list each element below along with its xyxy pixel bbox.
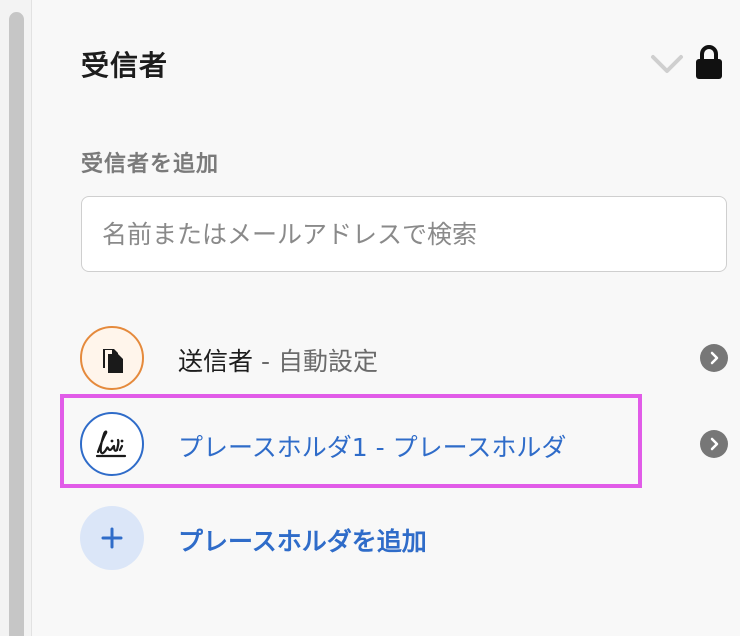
recipient-row-placeholder[interactable]: プレースホルダ1 - プレースホルダ [32, 406, 740, 478]
placeholder-avatar [80, 412, 144, 476]
add-placeholder-button[interactable]: プレースホルダを追加 [32, 500, 740, 572]
chevron-right-icon[interactable] [700, 344, 728, 372]
signature-icon [95, 430, 127, 458]
stamp-icon [103, 349, 123, 373]
add-placeholder-avatar [80, 506, 144, 570]
recipient-search-input[interactable] [81, 196, 727, 272]
recipient-row-sender[interactable]: 送信者 - 自動設定 [32, 320, 740, 392]
scrollbar-thumb[interactable] [9, 12, 24, 636]
add-recipient-label: 受信者を追加 [81, 152, 220, 177]
sender-avatar [80, 326, 144, 390]
recipient-role: 自動設定 [277, 347, 378, 376]
recipient-label: 送信者 - 自動設定 [178, 342, 378, 378]
chevron-down-icon[interactable] [650, 52, 684, 76]
chevron-right-icon[interactable] [700, 430, 728, 458]
recipient-name: プレースホルダ1 [178, 433, 368, 462]
recipient-separator: - [253, 347, 278, 376]
add-placeholder-label: プレースホルダを追加 [178, 527, 427, 556]
plus-icon [101, 527, 123, 549]
lock-icon [696, 45, 722, 79]
scrollbar[interactable] [0, 0, 32, 636]
recipient-name: 送信者 [178, 347, 254, 376]
recipient-label: プレースホルダ1 - プレースホルダ [178, 428, 566, 464]
recipients-panel: 受信者 受信者を追加 送信者 - 自動設定 [32, 0, 740, 636]
recipient-separator: - [367, 433, 393, 462]
recipient-role: プレースホルダ [392, 433, 567, 462]
panel-title: 受信者 [81, 49, 169, 82]
